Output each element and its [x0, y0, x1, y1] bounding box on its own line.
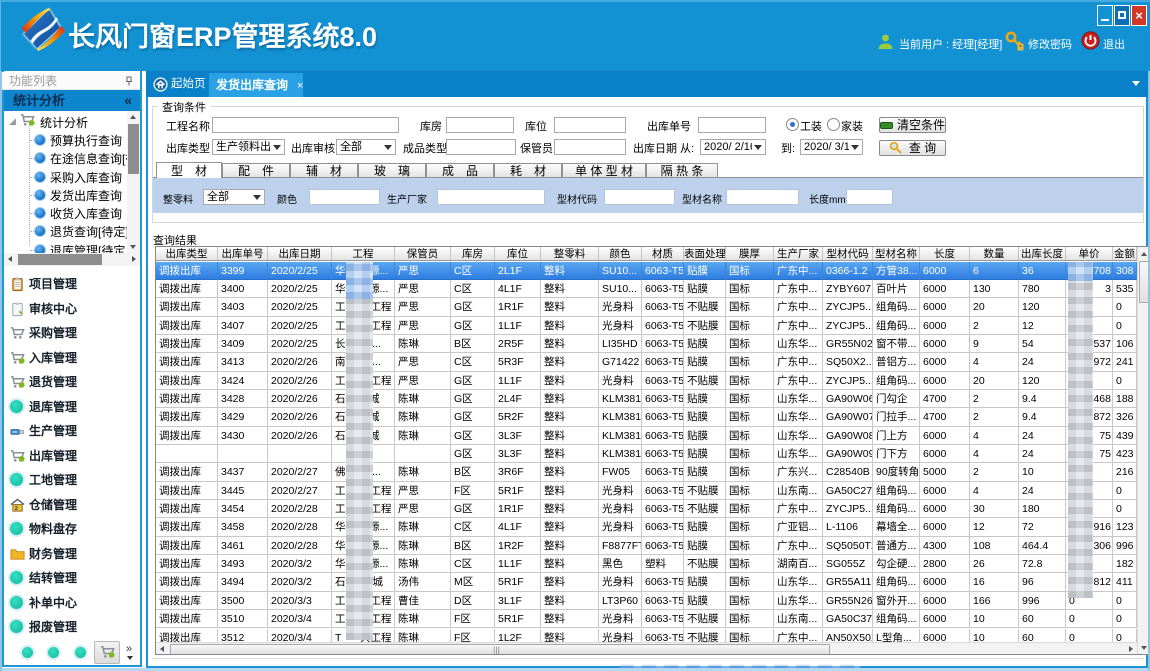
- svg-text:2: 2: [15, 506, 18, 512]
